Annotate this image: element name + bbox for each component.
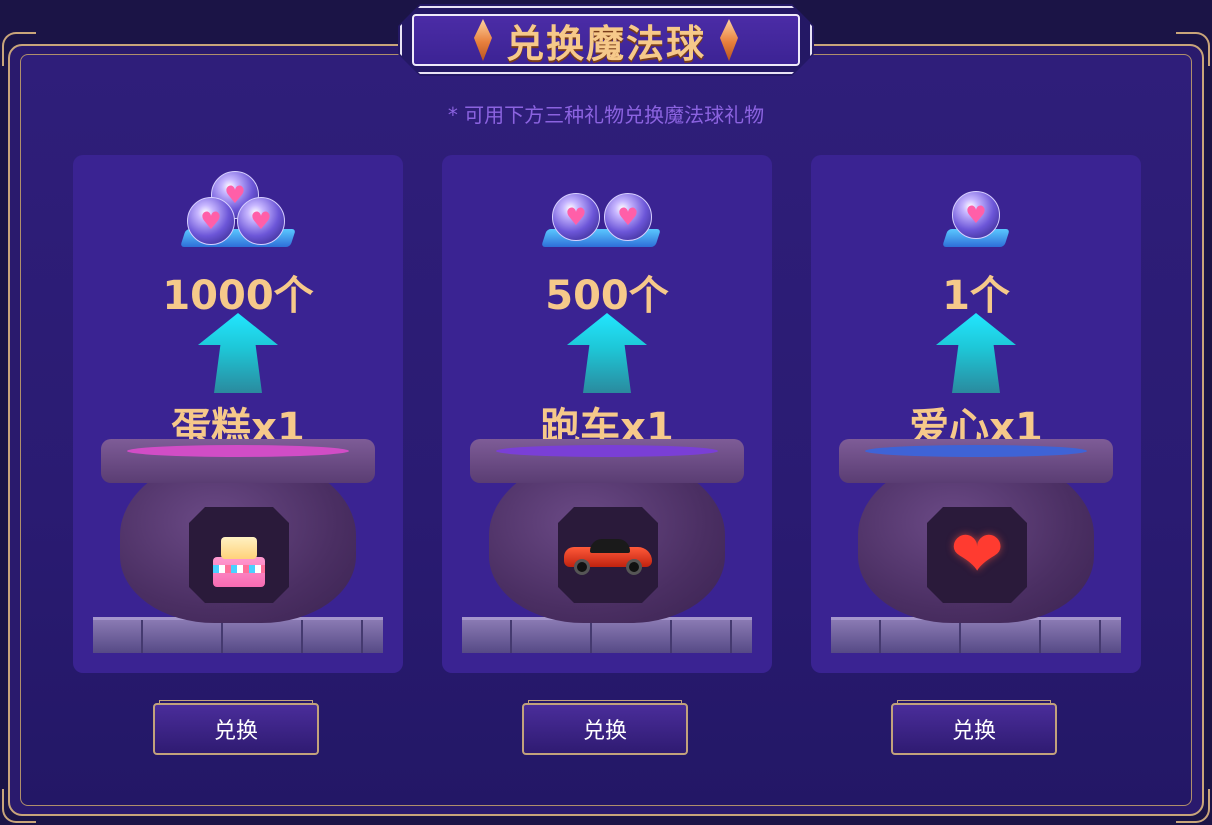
magic-orb-icon bbox=[952, 191, 1000, 239]
heart-icon: ❤ bbox=[950, 518, 1004, 592]
cauldron-icon: ❤ bbox=[831, 439, 1121, 653]
subtitle: * 可用下方三种礼物兑换魔法球礼物 bbox=[447, 103, 765, 127]
up-arrow-icon bbox=[567, 313, 647, 393]
cauldron-icon bbox=[462, 439, 752, 653]
orb-group bbox=[811, 167, 1141, 263]
cauldron-liquid bbox=[496, 445, 718, 457]
crystal-icon bbox=[473, 19, 492, 61]
up-arrow-icon bbox=[936, 313, 1016, 393]
exchange-button-car[interactable]: 兑换 bbox=[522, 700, 688, 755]
orb-count: 500个 bbox=[545, 273, 669, 319]
gift-window: ❤ bbox=[927, 507, 1027, 603]
orb-count: 1000个 bbox=[162, 273, 314, 319]
cauldron-icon bbox=[93, 439, 383, 653]
frame-corner-bottom-right bbox=[1176, 789, 1210, 823]
frame-corner-bottom-left bbox=[2, 789, 36, 823]
exchange-button-cake[interactable]: 兑换 bbox=[153, 700, 319, 755]
gift-window bbox=[558, 507, 658, 603]
magic-orb-icon bbox=[237, 197, 285, 245]
frame-corner-top-right bbox=[1176, 32, 1210, 66]
up-arrow-icon bbox=[198, 313, 278, 393]
title-banner: 兑换魔法球 bbox=[412, 14, 800, 66]
orb-group bbox=[73, 167, 403, 263]
orb-group bbox=[442, 167, 772, 263]
cauldron-liquid bbox=[127, 445, 349, 457]
exchange-button-heart[interactable]: 兑换 bbox=[891, 700, 1057, 755]
exchange-card-heart: 1个 爱心x1 ❤ bbox=[811, 155, 1141, 673]
orb-count: 1个 bbox=[942, 273, 1010, 319]
magic-orb-icon bbox=[604, 193, 652, 241]
sports-car-icon bbox=[564, 537, 652, 575]
crystal-icon bbox=[720, 19, 738, 61]
frame-corner-top-left bbox=[2, 32, 36, 66]
exchange-card-car: 500个 跑车x1 bbox=[442, 155, 772, 673]
page-title: 兑换魔法球 bbox=[505, 21, 706, 66]
exchange-card-cake: 1000个 蛋糕x1 bbox=[73, 155, 403, 673]
gift-window bbox=[189, 507, 289, 603]
birthday-cake-icon bbox=[207, 529, 271, 589]
magic-orb-icon bbox=[187, 197, 235, 245]
magic-orb-icon bbox=[552, 193, 600, 241]
cauldron-liquid bbox=[865, 445, 1087, 457]
